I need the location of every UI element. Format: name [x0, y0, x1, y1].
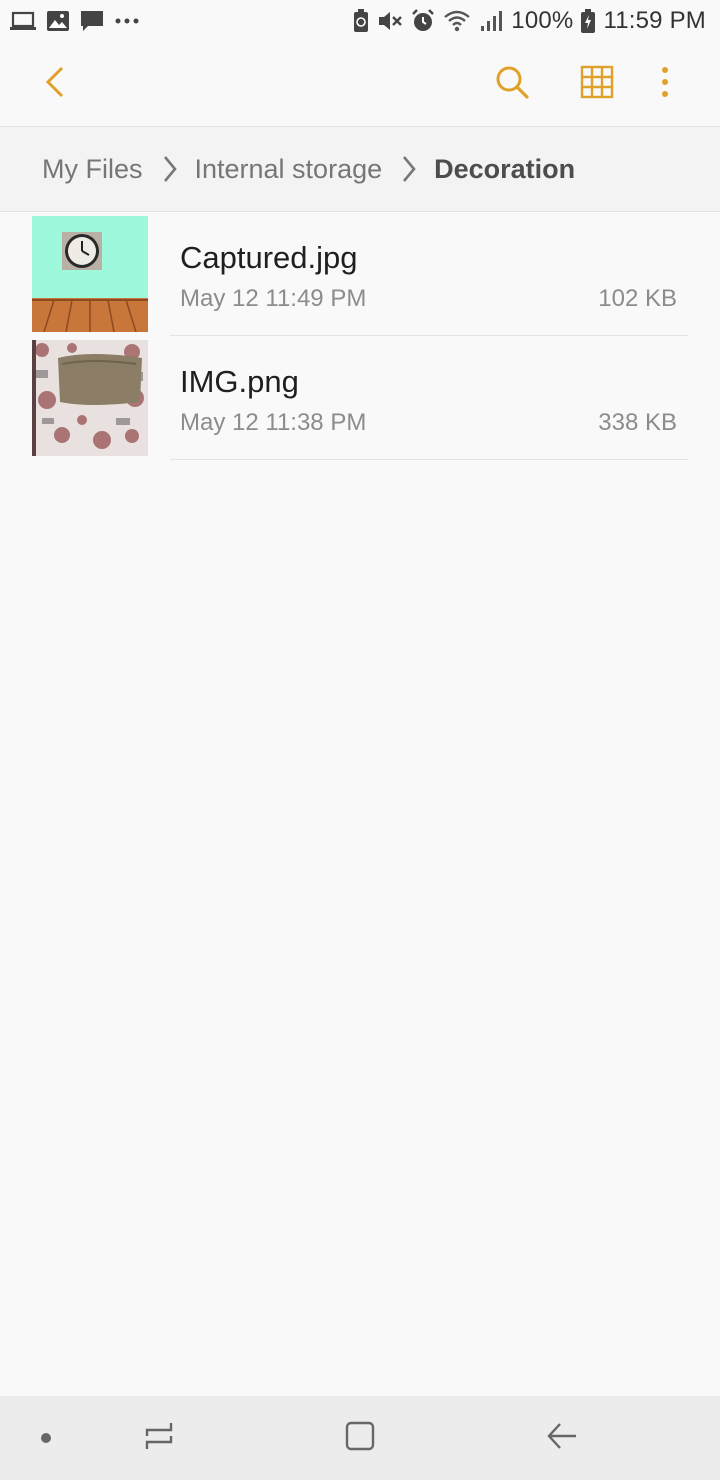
file-size: 338 KB: [598, 409, 677, 436]
chevron-right-icon: [163, 155, 177, 183]
file-date: May 12 11:49 PM: [180, 285, 367, 312]
row-divider: [170, 459, 688, 460]
system-back-button[interactable]: [536, 1412, 588, 1464]
back-arrow-icon: [546, 1420, 578, 1457]
sofa-cushion-thumbnail: [32, 340, 148, 456]
mute-icon: [377, 9, 403, 33]
battery-charging-icon: [581, 9, 596, 33]
navigation-bar: [0, 1396, 720, 1480]
system-status: 100% 11:59 PM: [353, 7, 706, 35]
home-button[interactable]: [334, 1412, 386, 1464]
chevron-left-icon: [42, 65, 66, 104]
breadcrumb-my-files[interactable]: My Files: [42, 154, 143, 185]
clock-on-wall-thumbnail: [32, 216, 148, 332]
breadcrumb: My Files Internal storage Decoration: [0, 127, 720, 211]
more-options-button[interactable]: [645, 60, 685, 108]
status-bar: 100% 11:59 PM: [0, 0, 720, 42]
clock: 11:59 PM: [603, 7, 706, 34]
signal-icon: [479, 9, 503, 33]
app-toolbar: [0, 42, 720, 126]
more-vertical-icon: [661, 66, 669, 103]
file-date: May 12 11:38 PM: [180, 409, 367, 436]
file-name: IMG.png: [180, 364, 299, 399]
file-row-img[interactable]: IMG.png May 12 11:38 PM 338 KB: [0, 336, 720, 460]
more-notifications-icon: [114, 17, 140, 25]
file-list: Captured.jpg May 12 11:49 PM 102 KB IMG.…: [0, 212, 720, 460]
grid-view-icon: [580, 65, 614, 104]
file-row-captured[interactable]: Captured.jpg May 12 11:49 PM 102 KB: [0, 212, 720, 336]
notification-icons: [10, 9, 140, 33]
laptop-icon: [10, 10, 36, 32]
view-mode-button[interactable]: [573, 60, 621, 108]
file-size: 102 KB: [598, 285, 677, 312]
alarm-icon: [411, 9, 435, 33]
search-button[interactable]: [488, 60, 536, 108]
file-name: Captured.jpg: [180, 240, 358, 275]
back-button[interactable]: [30, 60, 78, 108]
battery-percent: 100%: [511, 7, 574, 34]
dot-indicator[interactable]: [20, 1412, 72, 1464]
breadcrumb-decoration: Decoration: [434, 153, 576, 184]
wifi-icon: [443, 9, 471, 33]
chevron-right-icon: [402, 155, 416, 183]
message-icon: [80, 9, 104, 33]
recent-apps-icon: [143, 1420, 175, 1457]
gallery-icon: [46, 10, 70, 32]
search-icon: [494, 64, 530, 105]
home-icon: [344, 1420, 376, 1457]
recent-apps-button[interactable]: [133, 1412, 185, 1464]
battery-saver-icon: [353, 9, 369, 33]
breadcrumb-internal-storage[interactable]: Internal storage: [195, 154, 383, 185]
